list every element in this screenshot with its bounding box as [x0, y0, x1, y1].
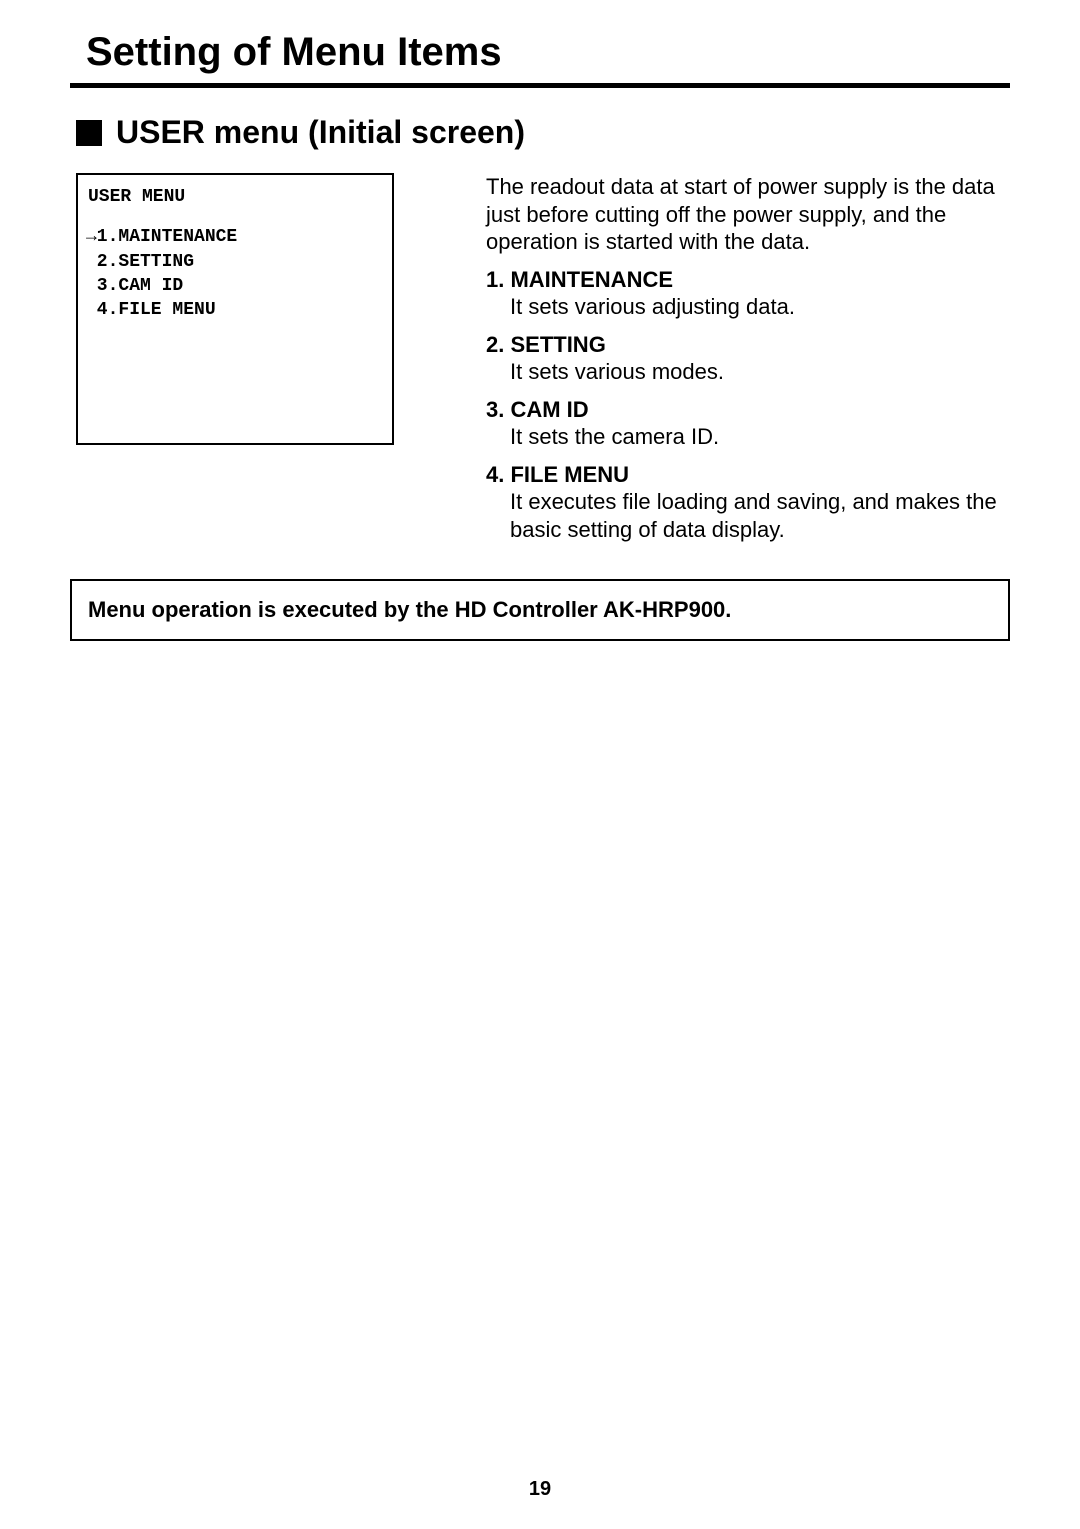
description-column: The readout data at start of power suppl…: [486, 173, 1010, 553]
description-head: 1. MAINTENANCE: [486, 266, 1010, 294]
description-text: It executes file loading and saving, and…: [510, 488, 1010, 543]
description-text: It sets various adjusting data.: [510, 293, 1010, 321]
osd-menu-item: →1.MAINTENANCE: [86, 225, 378, 249]
osd-menu-box: USER MENU →1.MAINTENANCE 2.SETTING 3.CAM…: [76, 173, 394, 445]
description-item: 4. FILE MENU It executes file loading an…: [486, 461, 1010, 544]
page-title: Setting of Menu Items: [86, 30, 1010, 75]
content-columns: USER MENU →1.MAINTENANCE 2.SETTING 3.CAM…: [70, 173, 1010, 553]
note-text: Menu operation is executed by the HD Con…: [88, 597, 731, 622]
description-title: MAINTENANCE: [510, 266, 673, 294]
description-head: 3. CAM ID: [486, 396, 1010, 424]
osd-menu-item: 2.SETTING: [86, 250, 378, 274]
description-number: 1.: [486, 266, 510, 294]
osd-menu-item: 4.FILE MENU: [86, 298, 378, 322]
page-body: Setting of Menu Items USER menu (Initial…: [0, 0, 1080, 1529]
description-text: It sets the camera ID.: [510, 423, 1010, 451]
description-title: FILE MENU: [510, 461, 629, 489]
description-item: 1. MAINTENANCE It sets various adjusting…: [486, 266, 1010, 321]
description-number: 3.: [486, 396, 510, 424]
description-item: 3. CAM ID It sets the camera ID.: [486, 396, 1010, 451]
description-title: SETTING: [510, 331, 605, 359]
description-number: 4.: [486, 461, 510, 489]
description-item: 2. SETTING It sets various modes.: [486, 331, 1010, 386]
title-divider: [70, 83, 1010, 88]
description-head: 4. FILE MENU: [486, 461, 1010, 489]
note-box: Menu operation is executed by the HD Con…: [70, 579, 1010, 641]
description-head: 2. SETTING: [486, 331, 1010, 359]
description-number: 2.: [486, 331, 510, 359]
description-title: CAM ID: [510, 396, 588, 424]
osd-menu-item: 3.CAM ID: [86, 274, 378, 298]
subsection-title: USER menu (Initial screen): [116, 114, 525, 151]
square-bullet-icon: [76, 120, 102, 146]
subsection-heading: USER menu (Initial screen): [76, 114, 1010, 151]
intro-paragraph: The readout data at start of power suppl…: [486, 173, 1010, 256]
description-text: It sets various modes.: [510, 358, 1010, 386]
osd-menu-title: USER MENU: [88, 185, 378, 209]
page-number: 19: [0, 1478, 1080, 1501]
